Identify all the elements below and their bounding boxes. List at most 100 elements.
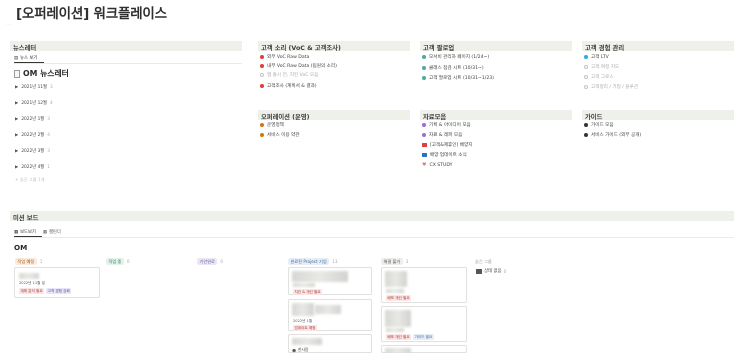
voc-item[interactable]: 외부 VoC Raw Data xyxy=(260,54,309,60)
card-tags: 계획 분석 필요 고객 경험 강화 xyxy=(19,288,72,294)
card-tag: 가이드 필요 xyxy=(413,334,434,340)
resources-item[interactable]: 기획 & 아이디어 모음 xyxy=(422,122,471,128)
group-toggle[interactable]: ▶ 2022년 2월 4 xyxy=(15,132,50,139)
triangle-right-icon: ▶ xyxy=(15,148,19,154)
card-tag: 업데이트 예정 xyxy=(293,325,317,331)
voc-header: 고객 소리 (VoC & 고객조사) xyxy=(258,41,410,51)
card-image-blurred xyxy=(292,271,348,282)
card-tag: 지킨 & 개선 필요 xyxy=(293,289,323,295)
tab-board-view[interactable]: ▦ 보드보기 xyxy=(14,229,36,236)
board-tabs: ▦ 보드보기 ▦ 캘린더 xyxy=(14,229,61,236)
card-tags: 배포 개선 필요 가이드 필요 xyxy=(386,334,434,340)
newsletter-tabs: ▤ 뉴스 보기 xyxy=(14,55,37,62)
voc-item[interactable]: 앱 출시 전, 지킨 VoC 모음 xyxy=(260,72,318,78)
circle-icon xyxy=(584,65,588,69)
card-date: 2022년 11월 일 xyxy=(19,281,45,285)
list-icon: ▤ xyxy=(14,55,19,61)
board-card[interactable]: 2022년 11월 일 계획 분석 필요 고객 경험 강화 xyxy=(14,267,100,298)
board-card[interactable]: 배포 개선 필요 가이드 필요 xyxy=(381,306,467,342)
group-toggle[interactable]: ▶ 2022년 3월 3 xyxy=(15,148,50,155)
newsletter-header: 뉴스레터 xyxy=(10,41,242,51)
board-card[interactable] xyxy=(381,345,467,353)
experience-item[interactable]: 고객 여정 지도 xyxy=(584,64,619,70)
board-card[interactable]: 2022년 1월 업데이트 예정 xyxy=(288,299,372,331)
divider xyxy=(14,63,242,64)
experience-header: 고객 경험 관리 xyxy=(582,41,734,51)
card-date: 2022년 1월 xyxy=(293,319,313,323)
green-dot-icon xyxy=(422,55,426,59)
column-header-todo[interactable]: 작업 예정 1 xyxy=(15,258,42,266)
card-image-blurred xyxy=(385,271,407,287)
orange-dot-icon xyxy=(260,133,264,137)
resources-item[interactable]: ♥ CX STUDY xyxy=(422,162,452,168)
resources-item[interactable]: 배양 업데이트 소식 xyxy=(422,152,467,158)
resources-item[interactable]: [고객&제휴인] 배양지 xyxy=(422,142,472,148)
flag-icon xyxy=(422,143,427,147)
board-card[interactable]: 배포 개선 필요 xyxy=(381,267,467,303)
guide-header: 가이드 xyxy=(582,110,734,120)
operation-item[interactable]: 서비스 이용 약관 xyxy=(260,132,300,138)
column-header-draft[interactable]: 기안완료 0 xyxy=(197,258,223,266)
user-icon: ☻ xyxy=(292,347,296,353)
guide-item[interactable]: 가이드 모음 xyxy=(584,122,614,128)
operation-item[interactable]: 운영정책 xyxy=(260,122,284,128)
card-title-blurred xyxy=(386,289,404,293)
document-icon xyxy=(14,69,20,78)
experience-item[interactable]: 고객정리 / 기업 / 블루션 xyxy=(584,84,638,90)
triangle-right-icon: ▶ xyxy=(15,116,19,122)
divider xyxy=(14,237,734,238)
green-dot-icon xyxy=(422,76,426,80)
followup-item[interactable]: 모서비 관리자 페이지 (1/24~) xyxy=(422,54,489,60)
group-toggle[interactable]: ▶ 2021년 11월 3 xyxy=(15,84,53,91)
card-tag: 배포 개선 필요 xyxy=(386,334,412,340)
card-tag: 배포 개선 필요 xyxy=(386,295,412,301)
hidden-groups-link[interactable]: + 숨긴 그룹 1개 xyxy=(15,177,44,183)
red-dot-icon xyxy=(260,55,264,59)
card-image-blurred xyxy=(292,338,322,345)
followup-header: 고객 팔로업 xyxy=(420,41,572,51)
purple-dot-icon xyxy=(422,133,426,137)
green-dot-icon xyxy=(422,66,426,70)
resources-header: 자료모음 xyxy=(420,110,572,120)
voc-item[interactable]: 고객조사 (계획서 & 결과) xyxy=(260,83,317,89)
tab-calendar[interactable]: ▦ 캘린더 xyxy=(43,229,61,236)
column-header-done[interactable]: 완료된 Project 기업 13 xyxy=(288,258,338,266)
triangle-right-icon: ▶ xyxy=(15,84,19,90)
group-toggle[interactable]: ▶ 2022년 4월 1 xyxy=(15,164,50,171)
guide-item[interactable]: 서비스 가이드 (외부 공개) xyxy=(584,132,641,138)
card-title-blurred xyxy=(19,273,39,279)
experience-item[interactable]: 고객 그로스 xyxy=(584,74,614,80)
circle-icon xyxy=(584,85,588,89)
board-icon: ▦ xyxy=(14,229,19,235)
card-image-blurred xyxy=(385,310,411,327)
image-icon xyxy=(476,268,482,274)
column-header-doing[interactable]: 작업 중 0 xyxy=(106,258,130,266)
newsletter-title[interactable]: OM 뉴스레터 xyxy=(14,68,69,79)
blue-dot-icon xyxy=(584,55,588,59)
red-dot-icon xyxy=(260,84,264,88)
hidden-group-label[interactable]: 숨긴 그룹 xyxy=(475,259,492,265)
triangle-right-icon: ▶ xyxy=(15,164,19,170)
heart-icon: ♥ xyxy=(422,162,427,168)
resources-item[interactable]: 자료 & 레퍼 모음 xyxy=(422,132,462,138)
followup-item[interactable]: 고객 팔로업 시트 (10/31~1/23) xyxy=(422,75,494,81)
triangle-right-icon: ▶ xyxy=(15,100,19,106)
group-toggle[interactable]: ▶ 2022년 1월 3 xyxy=(15,116,50,123)
board-card[interactable]: ☻ 한사람 xyxy=(288,334,372,353)
experience-item[interactable]: 고객 LTV xyxy=(584,54,609,60)
tab-news-view[interactable]: ▤ 뉴스 보기 xyxy=(14,55,37,62)
board-card[interactable]: 지킨 & 개선 필요 xyxy=(288,267,372,295)
card-image-blurred xyxy=(292,303,314,316)
card-title-blurred xyxy=(293,283,315,287)
black-dot-icon xyxy=(584,123,588,127)
no-status-group[interactable]: 상태 없음 0 xyxy=(476,268,506,274)
card-author: ☻ 한사람 xyxy=(292,347,309,353)
circle-icon xyxy=(260,73,264,77)
column-header-blocked[interactable]: 해결 불가 3 xyxy=(381,258,408,266)
followup-item[interactable]: 클래스 점검 시트 (10/31~) xyxy=(422,65,484,71)
card-tag: 계획 분석 필요 xyxy=(19,288,45,294)
breadcrumb-dots: · · · xyxy=(6,22,13,27)
group-toggle[interactable]: ▶ 2021년 12월 4 xyxy=(15,100,53,107)
voc-item[interactable]: 내부 VoC Raw Data (팀원의 소리) xyxy=(260,63,337,69)
red-dot-icon xyxy=(260,64,264,68)
